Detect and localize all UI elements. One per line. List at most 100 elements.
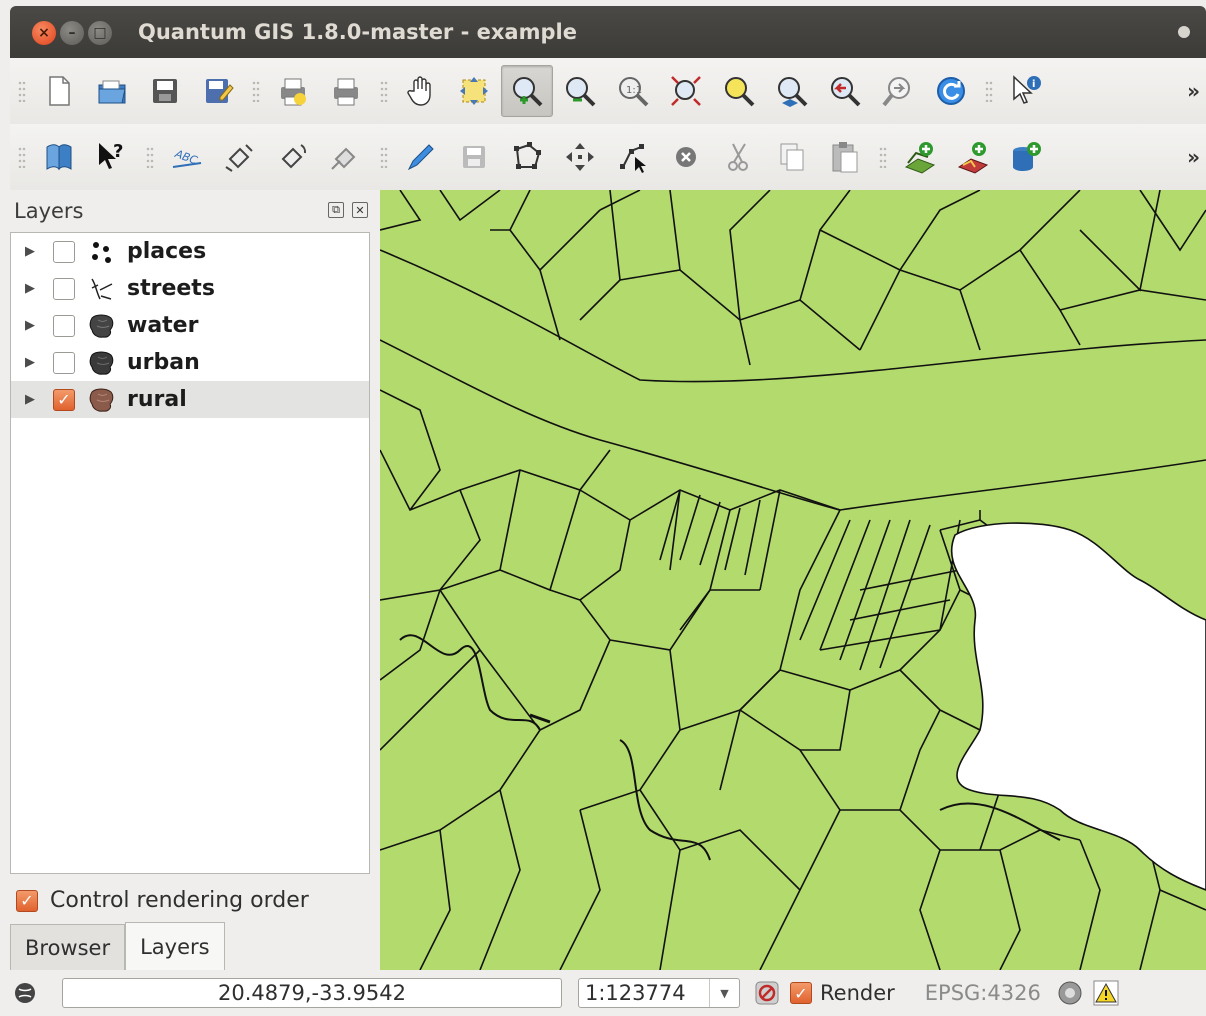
scale-combobox[interactable]: 1:123774 ▼ [578,978,740,1008]
print-icon [333,78,358,106]
node-tool-icon [619,144,646,173]
add-feature-button[interactable] [501,131,553,183]
delete-selected-button[interactable] [660,131,712,183]
layer-name: streets [127,276,215,301]
whats-this-button[interactable]: ? [86,131,138,183]
warning-icon[interactable] [1091,978,1121,1008]
toolbar-grip[interactable] [252,80,260,102]
new-print-composer-button[interactable] [267,65,319,117]
projection-icon[interactable] [1055,978,1085,1008]
save-project-button[interactable] [139,65,191,117]
node-tool-button[interactable] [607,131,659,183]
add-raster-layer-button[interactable] [947,131,999,183]
layer-row-urban[interactable]: ▶ urban [11,344,369,381]
maximize-window-button[interactable]: □ [88,21,112,45]
zoom-full-button[interactable] [660,65,712,117]
expand-arrow-icon[interactable]: ▶ [25,392,39,407]
zoom-next-button[interactable] [872,65,924,117]
render-checkbox[interactable]: ✓ [790,982,812,1004]
status-bar: 20.4879,-33.9542 1:123774 ▼ ✓ Render EPS… [10,970,1206,1016]
refresh-button[interactable] [925,65,977,117]
change-label-button[interactable] [320,131,372,183]
pan-to-selection-button[interactable] [448,65,500,117]
refresh-icon [936,77,965,105]
layer-visibility-checkbox[interactable]: ✓ [53,388,75,411]
zoom-full-icon [670,76,701,106]
zoom-next-icon [881,77,910,107]
toggle-extents-icon[interactable] [10,978,40,1008]
close-window-button[interactable]: × [32,21,56,45]
toolbar-overflow-button[interactable]: » [1187,79,1200,103]
expand-arrow-icon[interactable]: ▶ [25,281,39,296]
expand-arrow-icon[interactable]: ▶ [25,318,39,333]
tab-browser[interactable]: Browser [10,924,126,970]
toolbar-grip[interactable] [380,146,388,168]
scale-value[interactable]: 1:123774 [579,981,709,1005]
rotate-label-button[interactable] [267,131,319,183]
move-label-button[interactable] [214,131,266,183]
zoom-actual-size-button[interactable]: 1:1 [607,65,659,117]
new-project-button[interactable] [33,65,85,117]
copy-features-button[interactable] [766,131,818,183]
label-tool-button[interactable]: ABC [161,131,213,183]
add-vector-layer-button[interactable] [894,131,946,183]
toggle-editing-button[interactable] [395,131,447,183]
save-edits-icon [462,146,485,168]
layer-row-rural[interactable]: ▶ ✓ rural [11,381,369,418]
expand-arrow-icon[interactable]: ▶ [25,244,39,259]
zoom-last-button[interactable] [819,65,871,117]
zoom-last-icon [830,77,860,107]
layer-visibility-checkbox[interactable] [53,351,75,374]
save-as-button[interactable] [192,65,244,117]
toolbar-grip[interactable] [18,146,26,168]
cut-features-button[interactable] [713,131,765,183]
expand-arrow-icon[interactable]: ▶ [25,355,39,370]
map-canvas[interactable] [380,190,1206,970]
rotate-label-icon [281,144,306,169]
toolbar-grip[interactable] [380,80,388,102]
copy-features-icon [780,143,803,171]
control-rendering-order[interactable]: ✓ Control rendering order [16,888,309,913]
minimize-window-button[interactable]: – [60,21,84,45]
pan-map-button[interactable] [395,65,447,117]
zoom-in-button[interactable] [500,65,553,117]
digitizing-toolbar: ? ABC » [10,124,1206,190]
layer-visibility-checkbox[interactable] [53,277,75,300]
whats-this-icon: ? [98,141,123,169]
move-feature-button[interactable] [554,131,606,183]
float-panel-button[interactable]: ⧉ [328,202,344,218]
zoom-to-selection-button[interactable] [713,65,765,117]
cut-features-icon [727,143,748,171]
layer-visibility-checkbox[interactable] [53,240,75,263]
layer-row-places[interactable]: ▶ places [11,233,369,270]
print-button[interactable] [320,65,372,117]
layer-row-streets[interactable]: ▶ streets [11,270,369,307]
close-panel-button[interactable]: ✕ [352,202,368,218]
zoom-to-layer-button[interactable] [766,65,818,117]
toolbar-grip[interactable] [879,146,887,168]
layer-row-water[interactable]: ▶ water [11,307,369,344]
stop-rendering-icon[interactable] [752,978,782,1008]
chevron-down-icon[interactable]: ▼ [709,979,739,1007]
tab-layers[interactable]: Layers [125,922,225,970]
save-edits-button[interactable] [448,131,500,183]
help-contents-button[interactable] [33,131,85,183]
coordinates-display[interactable]: 20.4879,-33.9542 [62,978,562,1008]
paste-features-button[interactable] [819,131,871,183]
control-rendering-order-checkbox[interactable]: ✓ [16,889,38,912]
layer-visibility-checkbox[interactable] [53,314,75,337]
add-raster-layer-icon [957,142,988,174]
layer-name: places [127,239,207,264]
zoom-out-button[interactable] [554,65,606,117]
toolbar-grip[interactable] [985,80,993,102]
add-postgis-layer-button[interactable] [1000,131,1052,183]
open-project-button[interactable] [86,65,138,117]
window-menu-icon[interactable] [1178,26,1190,38]
identify-button[interactable]: i [1000,65,1052,117]
toolbar-overflow-button[interactable]: » [1187,145,1200,169]
add-vector-layer-icon [904,142,935,174]
toolbar-grip[interactable] [146,146,154,168]
line-layer-icon [87,274,117,304]
crs-status[interactable]: EPSG:4326 [925,981,1041,1005]
toolbar-grip[interactable] [18,80,26,102]
